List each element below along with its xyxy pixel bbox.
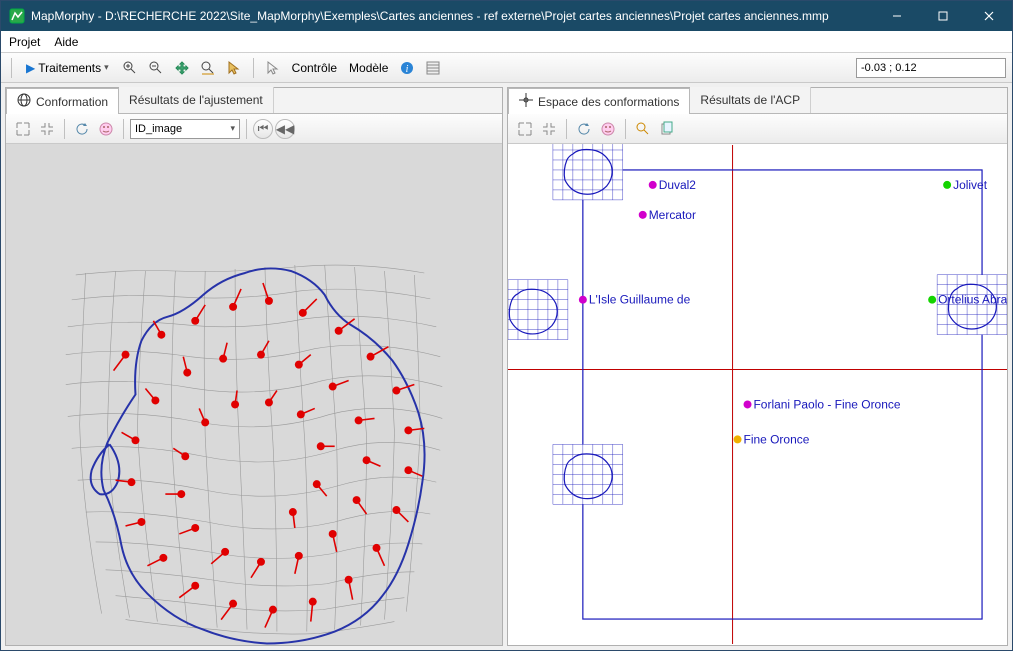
zoom-right-button[interactable]: [632, 118, 654, 140]
expand-all-right-button[interactable]: [514, 118, 536, 140]
menu-project[interactable]: Projet: [9, 35, 40, 49]
id-image-combo[interactable]: ID_image ▾: [130, 119, 240, 139]
select-arrow-button[interactable]: [223, 57, 245, 79]
expand-all-button[interactable]: [12, 118, 34, 140]
control-label[interactable]: Contrôle: [288, 61, 341, 75]
first-record-button[interactable]: ⏮: [253, 119, 273, 139]
close-button[interactable]: [966, 1, 1012, 31]
globe-icon: [17, 93, 31, 110]
morph-plot: [6, 144, 502, 645]
pca-scatter: Duval2 Mercator L'Isle Guillaume de Jolivet…: [508, 144, 1007, 645]
svg-text:Fine Oronce: Fine Oronce: [744, 432, 810, 446]
menu-help[interactable]: Aide: [54, 35, 78, 49]
treatments-button[interactable]: ▶ Traitements ▾: [20, 57, 115, 79]
cursor-button[interactable]: [262, 57, 284, 79]
collapse-all-button[interactable]: [36, 118, 58, 140]
svg-text:Jolivet: Jolivet: [953, 178, 988, 192]
copy-right-button[interactable]: [656, 118, 678, 140]
info-button[interactable]: i: [396, 57, 418, 79]
coordinate-display: -0.03 ; 0.12: [856, 58, 1006, 78]
refresh-left-button[interactable]: [71, 118, 93, 140]
zoom-out-button[interactable]: [145, 57, 167, 79]
svg-text:L'Isle Guillaume de: L'Isle Guillaume de: [589, 293, 691, 307]
svg-text:Forlani Paolo - Fine Oronce: Forlani Paolo - Fine Oronce: [754, 397, 901, 411]
zoom-extent-button[interactable]: [197, 57, 219, 79]
right-panel: Espace des conformations Résultats de l'…: [507, 87, 1008, 646]
conformation-view[interactable]: [6, 144, 502, 645]
conformation-space-view[interactable]: Duval2 Mercator L'Isle Guillaume de Jolivet…: [508, 144, 1007, 645]
pan-button[interactable]: [171, 57, 193, 79]
chevron-down-icon: ▾: [230, 123, 235, 134]
prev-record-button[interactable]: ◀◀: [275, 119, 295, 139]
svg-text:Mercator: Mercator: [649, 208, 696, 222]
refresh-right-button[interactable]: [573, 118, 595, 140]
right-panel-toolbar: [508, 114, 1007, 144]
play-icon: ▶: [26, 61, 35, 75]
tab-fit-results[interactable]: Résultats de l'ajustement: [119, 87, 274, 113]
maximize-button[interactable]: [920, 1, 966, 31]
main-toolbar: ▶ Traitements ▾ Contrôle Modèle i -0.03 …: [1, 53, 1012, 83]
face-button[interactable]: [95, 118, 117, 140]
tab-conformation-label: Conformation: [36, 95, 108, 109]
tab-conf-space-label: Espace des conformations: [538, 95, 679, 109]
right-tabstrip: Espace des conformations Résultats de l'…: [508, 88, 1007, 114]
tab-pca-label: Résultats de l'ACP: [700, 93, 800, 107]
chevron-down-icon: ▾: [104, 62, 109, 73]
title-bar: MapMorphy - D:\RECHERCHE 2022\Site_MapMo…: [1, 1, 1012, 31]
left-tabstrip: Conformation Résultats de l'ajustement: [6, 88, 502, 114]
window-title: MapMorphy - D:\RECHERCHE 2022\Site_MapMo…: [31, 9, 874, 23]
minimize-button[interactable]: [874, 1, 920, 31]
left-panel-toolbar: ID_image ▾ ⏮ ◀◀: [6, 114, 502, 144]
tab-conformation-space[interactable]: Espace des conformations: [508, 88, 690, 114]
svg-text:i: i: [406, 64, 409, 75]
collapse-all-right-button[interactable]: [538, 118, 560, 140]
coordinate-text: -0.03 ; 0.12: [861, 62, 917, 74]
client-area: Conformation Résultats de l'ajustement I…: [1, 83, 1012, 650]
treatments-label: Traitements: [38, 61, 101, 75]
target-icon: [519, 93, 533, 110]
left-panel: Conformation Résultats de l'ajustement I…: [5, 87, 503, 646]
app-window: MapMorphy - D:\RECHERCHE 2022\Site_MapMo…: [0, 0, 1013, 651]
properties-button[interactable]: [422, 57, 444, 79]
model-label[interactable]: Modèle: [345, 61, 392, 75]
svg-text:Duval2: Duval2: [659, 178, 697, 192]
face-right-button[interactable]: [597, 118, 619, 140]
combo-value: ID_image: [135, 123, 182, 135]
app-icon: [9, 8, 25, 24]
tab-conformation[interactable]: Conformation: [6, 88, 119, 114]
svg-text:Ortelius Abraham: Ortelius Abraham: [938, 293, 1007, 307]
menu-bar: Projet Aide: [1, 31, 1012, 53]
tab-fit-results-label: Résultats de l'ajustement: [129, 93, 263, 107]
zoom-in-button[interactable]: [119, 57, 141, 79]
tab-pca-results[interactable]: Résultats de l'ACP: [690, 87, 811, 113]
